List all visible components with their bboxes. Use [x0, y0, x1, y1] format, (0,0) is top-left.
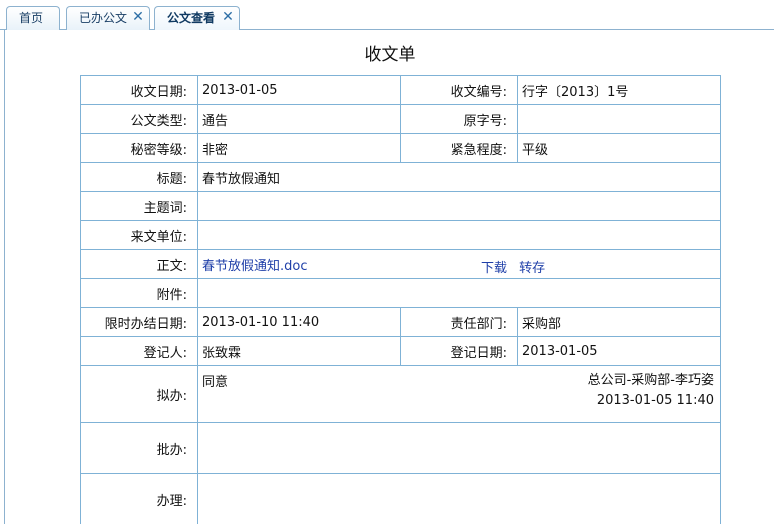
- tab-home[interactable]: 首页: [6, 6, 60, 30]
- body-file-link[interactable]: 春节放假通知.doc: [202, 259, 308, 274]
- orig-no-label: 原字号:: [400, 104, 518, 134]
- registrar-value: 张致霖: [197, 336, 401, 366]
- download-link[interactable]: 下载: [481, 261, 507, 276]
- table-row: 秘密等级: 非密 紧急程度: 平级: [80, 133, 721, 163]
- handle-label: 办理:: [80, 473, 198, 524]
- deadline-label: 限时办结日期:: [80, 307, 198, 337]
- tab-doc-view[interactable]: 公文查看 ✕: [154, 6, 240, 31]
- table-row: 附件:: [80, 278, 721, 308]
- receive-date-label: 收文日期:: [80, 75, 198, 105]
- urgency-label: 紧急程度:: [400, 133, 518, 163]
- table-row: 收文日期: 2013-01-05 收文编号: 行字〔2013〕1号: [80, 75, 721, 105]
- tab-handled-docs-label: 已办公文: [79, 11, 128, 25]
- table-row: 批办:: [80, 422, 721, 474]
- receive-no-label: 收文编号:: [400, 75, 518, 105]
- receive-date-value: 2013-01-05: [197, 75, 401, 105]
- table-row: 登记人: 张致霖 登记日期: 2013-01-05: [80, 336, 721, 366]
- urgency-value: 平级: [517, 133, 721, 163]
- body-actions: 下载 转存: [481, 257, 553, 276]
- draft-cell: 同意 总公司-采购部-李巧姿 2013-01-05 11:40: [197, 365, 721, 423]
- source-unit-value: [197, 220, 721, 250]
- receive-no-value: 行字〔2013〕1号: [517, 75, 721, 105]
- body-label: 正文:: [80, 249, 198, 279]
- content-panel: 收文单 收文日期: 2013-01-05 收文编号: 行字〔2013〕1号 公文…: [4, 30, 774, 524]
- dept-label: 责任部门:: [400, 307, 518, 337]
- draft-opinion-text: 同意: [202, 374, 229, 390]
- tab-bar: 首页 已办公文 ✕ 公文查看 ✕: [0, 0, 774, 31]
- attachment-label: 附件:: [80, 278, 198, 308]
- source-unit-label: 来文单位:: [80, 220, 198, 250]
- page-title: 收文单: [364, 45, 416, 65]
- table-row: 主题词:: [80, 191, 721, 221]
- dept-value: 采购部: [517, 307, 721, 337]
- table-row: 标题: 春节放假通知: [80, 162, 721, 192]
- tab-handled-docs[interactable]: 已办公文 ✕: [66, 6, 150, 30]
- tab-doc-view-label: 公文查看: [167, 11, 216, 25]
- draft-opinion: 同意 总公司-采购部-李巧姿 2013-01-05 11:40: [198, 367, 720, 422]
- registrar-label: 登记人:: [80, 336, 198, 366]
- close-icon[interactable]: ✕: [222, 7, 234, 29]
- reg-date-label: 登记日期:: [400, 336, 518, 366]
- save-as-link[interactable]: 转存: [519, 261, 545, 276]
- table-row: 来文单位:: [80, 220, 721, 250]
- subject-label: 标题:: [80, 162, 198, 192]
- handle-cell: [197, 473, 721, 524]
- secret-level-label: 秘密等级:: [80, 133, 198, 163]
- keywords-label: 主题词:: [80, 191, 198, 221]
- draft-time: 2013-01-05 11:40: [596, 392, 714, 408]
- keywords-value: [197, 191, 721, 221]
- table-row: 拟办: 同意 总公司-采购部-李巧姿 2013-01-05 11:40: [80, 365, 721, 423]
- table-row: 公文类型: 通告 原字号:: [80, 104, 721, 134]
- table-row: 正文: 春节放假通知.doc 下载 转存: [80, 249, 721, 279]
- table-row: 限时办结日期: 2013-01-10 11:40 责任部门: 采购部: [80, 307, 721, 337]
- draft-label: 拟办:: [80, 365, 198, 423]
- secret-level-value: 非密: [197, 133, 401, 163]
- approve-label: 批办:: [80, 422, 198, 474]
- draft-signer: 总公司-采购部-李巧姿: [587, 372, 714, 388]
- subject-value: 春节放假通知: [197, 162, 721, 192]
- receive-form-table: 收文日期: 2013-01-05 收文编号: 行字〔2013〕1号 公文类型: …: [80, 75, 721, 524]
- approve-cell: [197, 422, 721, 474]
- draft-signature: 总公司-采购部-李巧姿 2013-01-05 11:40: [588, 371, 714, 411]
- attachment-value: [197, 278, 721, 308]
- doc-type-label: 公文类型:: [80, 104, 198, 134]
- close-icon[interactable]: ✕: [132, 7, 144, 29]
- deadline-value: 2013-01-10 11:40: [197, 307, 401, 337]
- table-row: 办理:: [80, 473, 721, 524]
- tab-home-label: 首页: [19, 11, 44, 25]
- body-cell: 春节放假通知.doc 下载 转存: [197, 249, 721, 279]
- orig-no-value: [517, 104, 721, 134]
- doc-type-value: 通告: [197, 104, 401, 134]
- reg-date-value: 2013-01-05: [517, 336, 721, 366]
